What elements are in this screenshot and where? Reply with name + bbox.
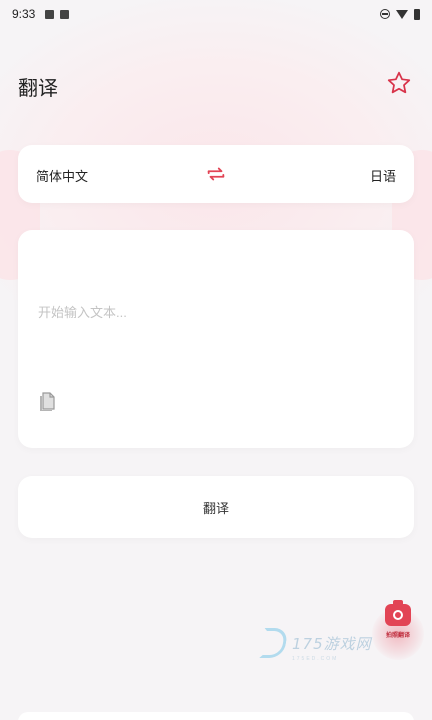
watermark-subtext: 175ED.COM [292,656,339,662]
language-selector-card: 简体中文 日语 [18,145,414,203]
app-header: 翻译 [0,60,432,110]
battery-icon [414,8,420,20]
status-right [380,8,420,20]
camera-icon [385,600,411,626]
swap-languages-button[interactable] [204,162,228,186]
screen: 9:33 翻译 简体中文 日语 开始输入文本... 翻译 拍照翻译 175游戏网… [0,0,432,720]
page-title: 翻译 [18,78,58,100]
paste-document-icon [40,392,55,411]
input-card [18,230,414,448]
wifi-icon [396,9,408,19]
do-not-disturb-icon [380,9,390,19]
target-language-button[interactable]: 日语 [370,166,396,185]
favorite-button[interactable] [384,68,414,98]
notification-icon [45,9,55,19]
watermark-logo-icon [259,628,289,658]
translate-button-label: 翻译 [202,500,229,516]
source-language-button[interactable]: 简体中文 [36,166,88,185]
bottom-card-edge [18,712,414,720]
watermark-text: 175游戏网 [292,634,372,653]
swap-arrows-icon [207,167,225,181]
star-outline-icon [387,71,411,94]
camera-lens [393,610,403,620]
camera-translate-label: 拍照翻译 [385,633,410,639]
camera-translate-button[interactable]: 拍照翻译 [372,598,424,660]
paste-button[interactable] [38,390,56,412]
status-time: 9:33 [12,7,36,21]
source-text-input[interactable] [38,300,398,324]
storage-icon [60,9,70,19]
translate-button[interactable]: 翻译 [18,476,414,538]
status-bar: 9:33 [0,0,432,28]
watermark: 175游戏网 175ED.COM [259,628,372,662]
